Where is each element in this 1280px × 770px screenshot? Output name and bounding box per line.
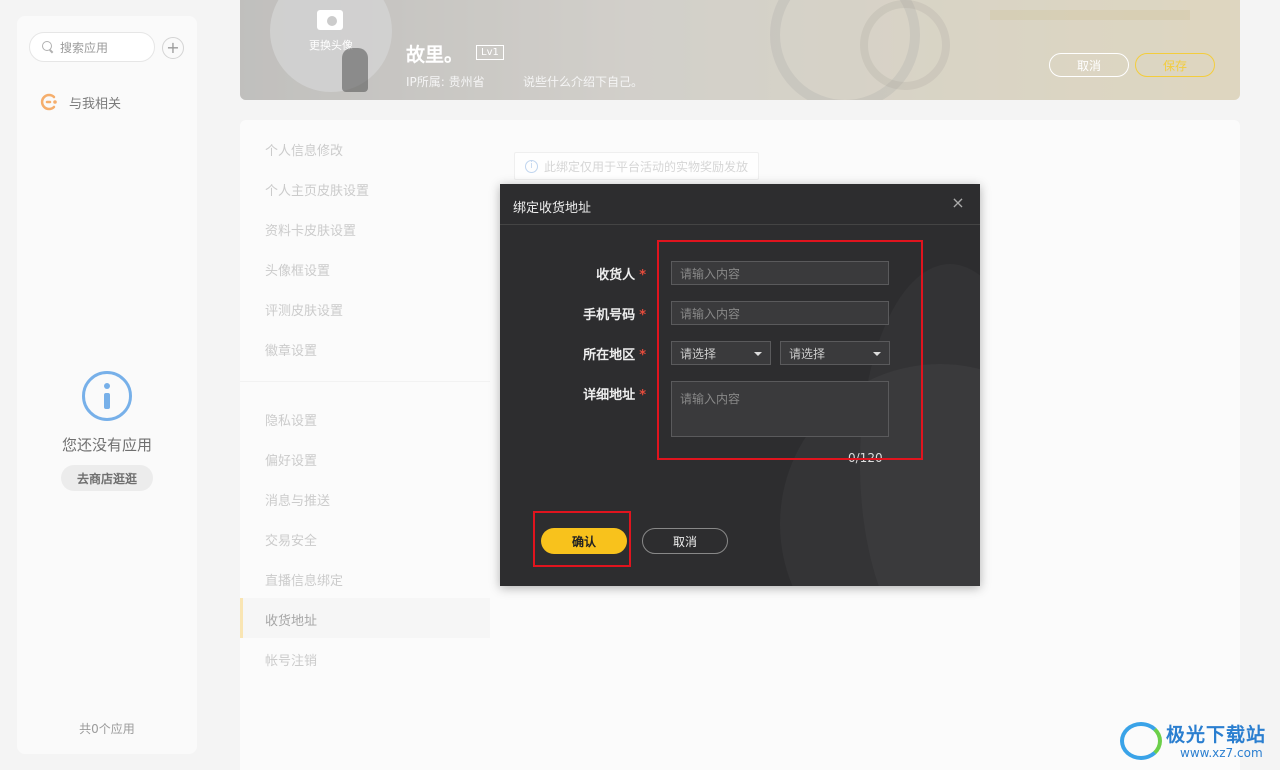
- phone-label: 手机号码 *: [583, 308, 646, 323]
- watermark-logo-icon: [1120, 722, 1162, 760]
- profile-save-button[interactable]: 保存: [1135, 53, 1215, 77]
- site-watermark: 极光下载站 www.xz7.com: [1120, 718, 1275, 766]
- avatar-figure: [342, 48, 368, 92]
- watermark-title: 极光下载站: [1166, 724, 1267, 746]
- ip-location: IP所属: 贵州省: [406, 75, 485, 89]
- region-label: 所在地区 *: [583, 348, 646, 363]
- address-label: 详细地址 *: [583, 388, 646, 403]
- level-badge: Lv1: [476, 45, 504, 60]
- recipient-label: 收货人 *: [596, 268, 646, 283]
- profile-cancel-button[interactable]: 取消: [1049, 53, 1129, 77]
- close-icon[interactable]: ×: [951, 195, 965, 211]
- camera-icon: [317, 10, 343, 30]
- highlight-box-form: [657, 240, 923, 460]
- username: 故里。: [406, 44, 464, 66]
- cancel-button[interactable]: 取消: [642, 528, 728, 554]
- change-avatar-label: 更换头像: [309, 39, 353, 52]
- dialog-header: 绑定收货地址 ×: [500, 184, 980, 225]
- dialog-title: 绑定收货地址: [513, 201, 592, 216]
- highlight-box-confirm: [533, 511, 631, 567]
- watermark-url: www.xz7.com: [1180, 746, 1263, 760]
- bio-input[interactable]: 说些什么介绍下自己。: [523, 73, 643, 90]
